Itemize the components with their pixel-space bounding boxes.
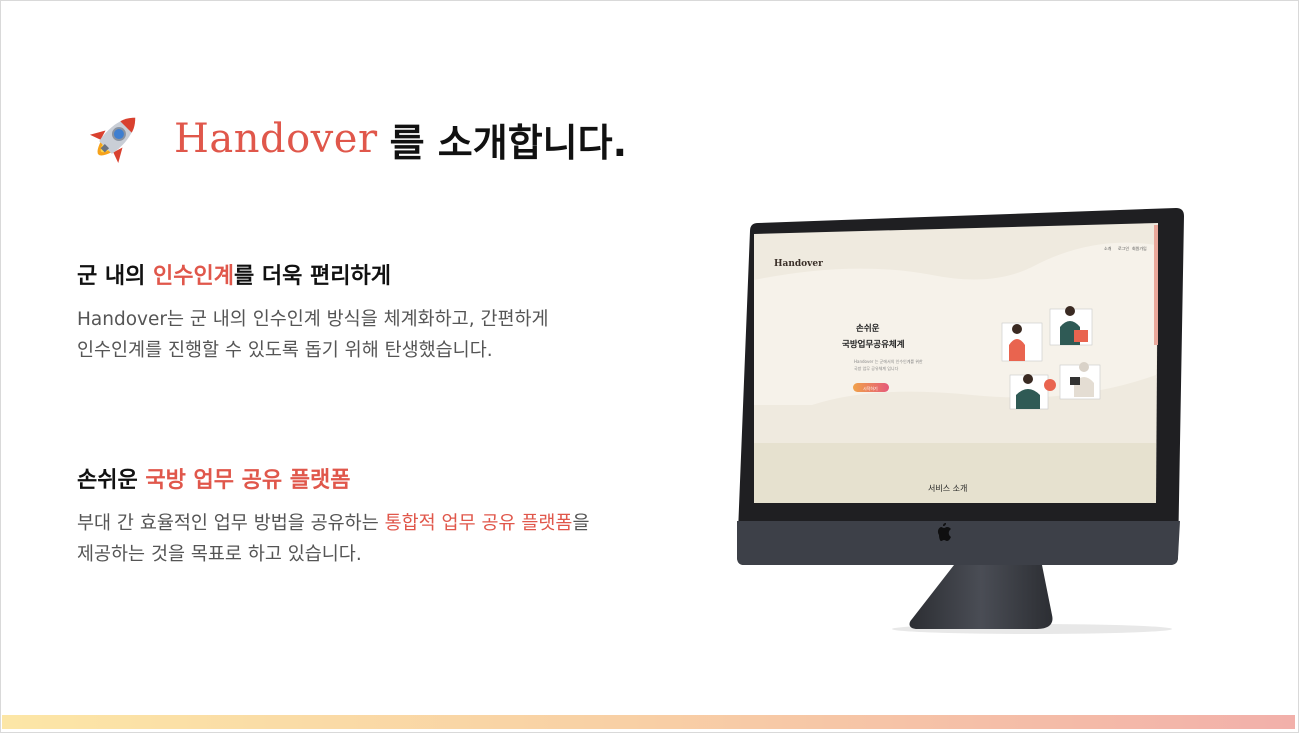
body-text: 부대 간 효율적인 업무 방법을 공유하는 <box>77 513 385 534</box>
body-line: Handover는 군 내의 인수인계 방식을 체계화하고, 간편하게 <box>77 309 549 330</box>
heading-text: 손쉬운 <box>77 468 146 493</box>
heading-text: 를 더욱 편리하게 <box>234 264 392 289</box>
monitor-stand <box>909 565 1053 629</box>
screen-nav-item[interactable]: 로그인 <box>1118 245 1129 251</box>
screen-logo[interactable]: Handover <box>774 259 823 269</box>
imac-mockup: Handover 소개 로그인 회원가입 손쉬운 국방업무공유체계 Handov… <box>737 208 1184 634</box>
body-line: 부대 간 효율적인 업무 방법을 공유하는 통합적 업무 공유 플랫폼을 <box>77 508 589 539</box>
screen-hero-desc: 국방 업무 공유체계 입니다 <box>854 365 899 371</box>
screen-hero-desc: Handover 는 군에서의 인수인계를 위한 <box>854 358 923 364</box>
title-brand: Handover <box>174 116 378 162</box>
screen-nav-item[interactable]: 회원가입 <box>1132 245 1147 251</box>
section-heading: 군 내의 인수인계를 더욱 편리하게 <box>77 258 549 290</box>
screen: Handover 소개 로그인 회원가입 손쉬운 국방업무공유체계 Handov… <box>754 223 1158 503</box>
heading-text: 군 내의 <box>77 264 154 289</box>
screen-nav-item[interactable]: 소개 <box>1104 245 1112 251</box>
title-text: 를 소개합니다. <box>389 120 628 165</box>
screen-hero-line1: 손쉬운 <box>856 323 880 334</box>
body-line: 인수인계를 진행할 수 있도록 돕기 위해 탄생했습니다. <box>77 340 493 361</box>
section-body: 부대 간 효율적인 업무 방법을 공유하는 통합적 업무 공유 플랫폼을 제공하… <box>77 508 589 570</box>
rocket-icon <box>89 117 136 164</box>
title-row: Handover 를 소개합니다. <box>80 104 627 174</box>
bottom-gradient-bar <box>2 715 1295 729</box>
body-accent: 통합적 업무 공유 플랫폼 <box>384 513 573 534</box>
screen-section-label: 서비스 소개 <box>928 483 967 493</box>
screen-start-label: 시작하기 <box>863 385 878 391</box>
heading-accent: 국방 업무 공유 플랫폼 <box>145 468 351 493</box>
scrollbar[interactable] <box>1154 225 1158 345</box>
screen-hero-line2: 국방업무공유체계 <box>842 339 905 350</box>
body-text: 을 <box>572 513 590 534</box>
section-platform: 손쉬운 국방 업무 공유 플랫폼 부대 간 효율적인 업무 방법을 공유하는 통… <box>77 462 589 570</box>
monitor-chin <box>737 521 1180 565</box>
section-body: Handover는 군 내의 인수인계 방식을 체계화하고, 간편하게 인수인계… <box>77 304 549 366</box>
section-handover-intro: 군 내의 인수인계를 더욱 편리하게 Handover는 군 내의 인수인계 방… <box>77 258 549 366</box>
heading-accent: 인수인계 <box>153 264 235 289</box>
section-heading: 손쉬운 국방 업무 공유 플랫폼 <box>77 462 589 494</box>
body-line: 제공하는 것을 목표로 하고 있습니다. <box>77 544 362 565</box>
